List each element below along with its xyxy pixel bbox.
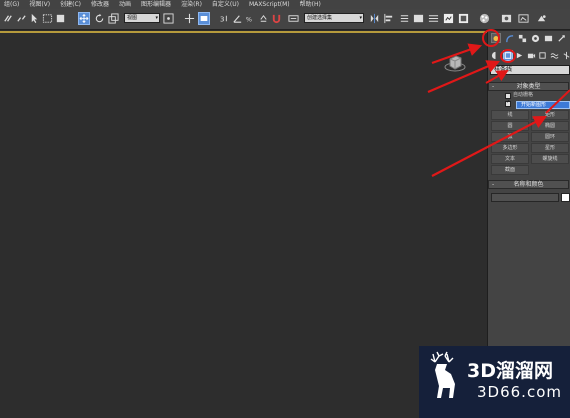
menu-customize[interactable]: 自定义(U) [206, 0, 243, 9]
schematic-view-icon[interactable] [442, 12, 454, 25]
layer-manager-icon[interactable] [412, 12, 424, 25]
window-crossing-icon[interactable] [54, 12, 66, 25]
helpers-icon[interactable] [538, 50, 548, 61]
object-color-swatch[interactable] [561, 193, 570, 202]
select-manipulate-icon[interactable] [183, 12, 195, 25]
render-setup-icon[interactable] [500, 12, 512, 25]
section-button[interactable]: 截面 [491, 165, 529, 175]
line-button[interactable]: 线 [491, 110, 529, 120]
chevron-down-icon: ▾ [359, 15, 362, 21]
scene-explorer-icon[interactable] [398, 12, 410, 25]
modify-tab-icon[interactable] [504, 33, 514, 43]
auto-grid-label: 自动栅格 [513, 92, 534, 98]
chevron-down-icon: ▾ [155, 15, 158, 21]
text-button[interactable]: 文本 [491, 154, 529, 164]
object-category-dropdown[interactable]: 样条线 [490, 65, 570, 75]
auto-grid-checkbox-row[interactable]: 自动栅格 [505, 92, 533, 99]
viewport-active-border [0, 31, 487, 33]
percent-snap-icon[interactable]: % [244, 12, 256, 25]
named-selection-set-value: 创建选择集 [307, 15, 333, 21]
menu-graph-editors[interactable]: 图形编辑器 [135, 0, 175, 9]
object-type-rollout-title: 对象类型 [516, 83, 541, 90]
link-icon[interactable] [2, 12, 14, 25]
perspective-viewport[interactable] [0, 31, 487, 418]
spinner-snap-icon[interactable] [257, 12, 269, 25]
create-tab-icon[interactable] [491, 33, 501, 43]
name-color-rollout-title: 名称和颜色 [513, 181, 544, 188]
ellipse-button[interactable]: 椭圆 [531, 121, 569, 131]
utilities-tab-icon[interactable] [556, 33, 566, 43]
pivot-center-icon[interactable] [162, 12, 174, 25]
reference-coordinate-value: 视图 [127, 15, 138, 21]
align-icon[interactable] [382, 12, 394, 25]
menu-rendering[interactable]: 渲染(R) [175, 0, 206, 9]
watermark: 3D溜溜网 3D66.com [419, 346, 570, 418]
auto-grid-checkbox[interactable] [505, 92, 511, 99]
motion-tab-icon[interactable] [530, 33, 540, 43]
svg-text:3: 3 [219, 14, 224, 23]
menu-create[interactable]: 创建(C) [54, 0, 85, 9]
rendered-frame-window-icon[interactable] [517, 12, 529, 25]
object-category-value: 样条线 [494, 66, 513, 73]
shape-buttons-grid: 线 矩形 圆 椭圆 弧 圆环 多边形 星形 文本 螺旋线 截面 [491, 110, 570, 175]
menu-maxscript[interactable]: MAXScript(M) [243, 0, 294, 9]
main-toolbar: 视图 ▾ 3 % 创建选择集 ▾ [0, 9, 570, 30]
rectangle-button[interactable]: 矩形 [531, 110, 569, 120]
menu-modifiers[interactable]: 修改器 [85, 0, 113, 9]
snap-toggle-icon[interactable]: 3 [218, 12, 230, 25]
reference-coordinate-dropdown[interactable]: 视图 ▾ [124, 13, 160, 23]
unlink-icon[interactable] [15, 12, 27, 25]
start-new-shape-row[interactable] [505, 101, 511, 107]
menu-group[interactable]: 组(G) [0, 0, 23, 9]
collapse-icon: - [492, 181, 495, 188]
scale-icon[interactable] [107, 12, 119, 25]
curve-editor-icon[interactable] [427, 12, 439, 25]
deer-logo-icon [430, 351, 455, 398]
magnet-icon[interactable] [270, 12, 282, 25]
start-new-shape-button[interactable]: 开始新图形 [516, 101, 570, 109]
menu-views[interactable]: 视图(V) [23, 0, 54, 9]
donut-button[interactable]: 圆环 [531, 132, 569, 142]
keyboard-shortcut-override-icon[interactable] [198, 12, 210, 25]
menu-animation[interactable]: 动画 [113, 0, 135, 9]
space-warps-icon[interactable] [550, 50, 560, 61]
geometry-icon[interactable] [491, 50, 501, 61]
named-selection-set-dropdown[interactable]: 创建选择集 ▾ [304, 13, 364, 23]
command-panel-tabs [488, 31, 570, 45]
render-production-icon[interactable] [535, 12, 547, 25]
menu-bar: 组(G) 视图(V) 创建(C) 修改器 动画 图形编辑器 渲染(R) 自定义(… [0, 0, 570, 9]
rotate-icon[interactable] [93, 12, 105, 25]
watermark-url: 3D66.com [477, 383, 562, 401]
start-new-shape-checkbox[interactable] [505, 101, 511, 107]
create-category-row [488, 48, 570, 62]
hierarchy-tab-icon[interactable] [517, 33, 527, 43]
shapes-icon[interactable] [502, 49, 513, 61]
rect-selection-icon[interactable] [41, 12, 53, 25]
menu-help[interactable]: 帮助(H) [294, 0, 325, 9]
mirror-icon[interactable] [368, 12, 380, 25]
material-browser-icon[interactable] [478, 12, 490, 25]
lights-icon[interactable] [515, 50, 525, 61]
systems-icon[interactable] [561, 50, 570, 61]
start-new-shape-label: 开始新图形 [521, 102, 547, 108]
circle-button[interactable]: 圆 [491, 121, 529, 131]
select-object-icon[interactable] [28, 12, 40, 25]
name-color-rollout-header[interactable]: - 名称和颜色 [488, 180, 569, 189]
helix-button[interactable]: 螺旋线 [531, 154, 569, 164]
star-button[interactable]: 星形 [531, 143, 569, 153]
watermark-brand: 3D溜溜网 [467, 360, 553, 382]
edit-named-selection-icon[interactable] [287, 12, 299, 25]
move-icon[interactable] [78, 12, 90, 25]
object-name-input[interactable] [491, 193, 559, 202]
arc-button[interactable]: 弧 [491, 132, 529, 142]
angle-snap-icon[interactable] [231, 12, 243, 25]
collapse-icon: - [492, 83, 495, 90]
cameras-icon[interactable] [526, 50, 536, 61]
ngon-button[interactable]: 多边形 [491, 143, 529, 153]
material-editor-icon[interactable] [457, 12, 469, 25]
viewcube-icon[interactable] [444, 52, 466, 74]
svg-text:%: % [245, 15, 251, 23]
object-type-rollout-header[interactable]: - 对象类型 [488, 82, 569, 91]
display-tab-icon[interactable] [543, 33, 553, 43]
